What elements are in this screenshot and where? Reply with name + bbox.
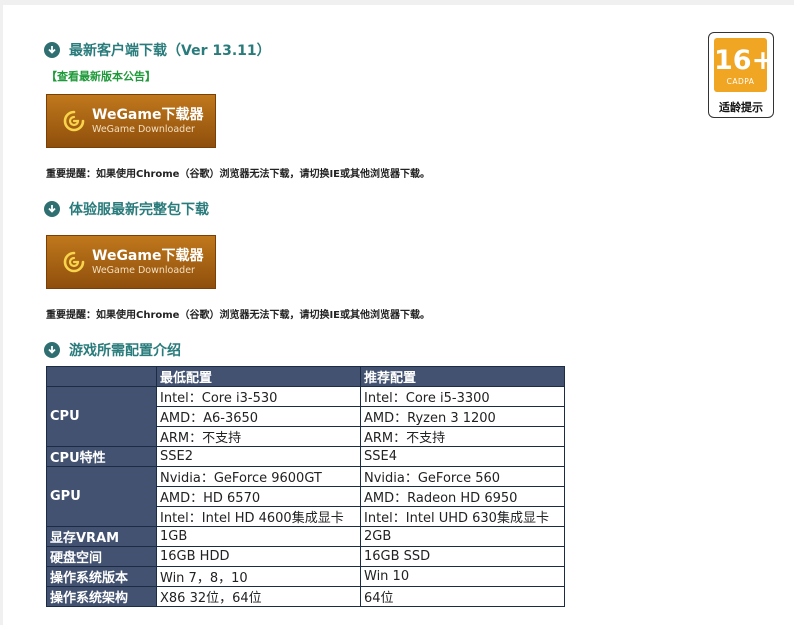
age-rating-badge: 16+ CADPA 适龄提示 (708, 32, 774, 118)
table-cell: 16GB SSD (360, 546, 565, 567)
table-cell: X86 32位，64位 (156, 586, 361, 607)
section-title: 最新客户端下载（Ver 13.11） (69, 43, 271, 59)
table-cell: Intel：Core i3-530 (156, 386, 361, 407)
table-cell: Intel：Intel HD 4600集成显卡 (156, 506, 361, 527)
requirements-heading: 游戏所需配置介绍 (44, 340, 181, 360)
download-arrow-icon (44, 201, 60, 217)
table-cell: ARM：不支持 (156, 426, 361, 447)
table-cell: AMD：HD 6570 (156, 486, 361, 507)
table-cell: 16GB HDD (156, 546, 361, 567)
table-header-row: 最低配置 推荐配置 (46, 366, 565, 387)
table-cell: AMD：A6-3650 (156, 406, 361, 427)
table-cell: Win 7，8，10 (156, 566, 361, 587)
table-cell: ARM：不支持 (360, 426, 565, 447)
trial-download-heading: 体验服最新完整包下载 (44, 199, 209, 219)
table-row: 操作系统架构 X86 32位，64位 64位 (46, 586, 565, 607)
row-label-cpu-feature: CPU特性 (46, 446, 157, 467)
table-header-cell (46, 366, 157, 387)
client-download-heading: 最新客户端下载（Ver 13.11） (44, 40, 271, 60)
table-row: CPU特性 SSE2 SSE4 (46, 446, 565, 467)
table-row: GPU Nvidia：GeForce 9600GT Nvidia：GeForce… (46, 466, 565, 527)
download-arrow-icon (44, 42, 60, 58)
row-label-disk: 硬盘空间 (46, 546, 157, 567)
wegame-logo-icon (63, 251, 85, 273)
table-header-cell: 推荐配置 (360, 366, 565, 387)
section-title: 体验服最新完整包下载 (69, 202, 209, 218)
table-cell: Nvidia：GeForce 560 (360, 466, 565, 487)
section-title: 游戏所需配置介绍 (69, 343, 181, 359)
table-cell: SSE2 (156, 446, 361, 467)
table-cell: Win 10 (360, 566, 565, 587)
download-button-sublabel: WeGame Downloader (92, 264, 195, 276)
download-button-label: WeGame下载器 (92, 106, 204, 123)
download-button-label: WeGame下载器 (92, 247, 204, 264)
table-cell: 2GB (360, 526, 565, 547)
table-cell: 1GB (156, 526, 361, 547)
row-label-gpu: GPU (46, 466, 157, 527)
row-label-os-arch: 操作系统架构 (46, 586, 157, 607)
table-cell: Nvidia：GeForce 9600GT (156, 466, 361, 487)
table-cell: AMD：Ryzen 3 1200 (360, 406, 565, 427)
table-cell: Intel：Core i5-3300 (360, 386, 565, 407)
age-rating-org: CADPA (726, 77, 755, 86)
age-rating-number: 16+ (714, 45, 775, 76)
browser-notice: 重要提醒：如果使用Chrome（谷歌）浏览器无法下载，请切换IE或其他浏览器下载… (46, 310, 431, 321)
wegame-logo-icon (63, 110, 85, 132)
download-button-sublabel: WeGame Downloader (92, 123, 195, 135)
table-cell: Intel：Intel UHD 630集成显卡 (360, 506, 565, 527)
system-requirements-table: 最低配置 推荐配置 CPU Intel：Core i3-530 Intel：Co… (46, 366, 565, 607)
row-label-os-version: 操作系统版本 (46, 566, 157, 587)
table-row: 硬盘空间 16GB HDD 16GB SSD (46, 546, 565, 567)
table-cell: 64位 (360, 586, 565, 607)
wegame-download-button[interactable]: WeGame下载器 WeGame Downloader (46, 235, 216, 289)
row-label-cpu: CPU (46, 386, 157, 447)
wegame-download-button[interactable]: WeGame下载器 WeGame Downloader (46, 94, 216, 148)
table-row: 操作系统版本 Win 7，8，10 Win 10 (46, 566, 565, 587)
download-arrow-icon (44, 342, 60, 358)
age-rating-label: 适龄提示 (719, 101, 763, 114)
browser-notice: 重要提醒：如果使用Chrome（谷歌）浏览器无法下载，请切换IE或其他浏览器下载… (46, 169, 431, 180)
table-cell: AMD：Radeon HD 6950 (360, 486, 565, 507)
latest-notice-link[interactable]: 【查看最新版本公告】 (46, 68, 156, 84)
table-row: 显存VRAM 1GB 2GB (46, 526, 565, 547)
table-header-cell: 最低配置 (156, 366, 361, 387)
row-label-vram: 显存VRAM (46, 526, 157, 547)
table-cell: SSE4 (360, 446, 565, 467)
table-row: CPU Intel：Core i3-530 Intel：Core i5-3300 (46, 386, 565, 447)
